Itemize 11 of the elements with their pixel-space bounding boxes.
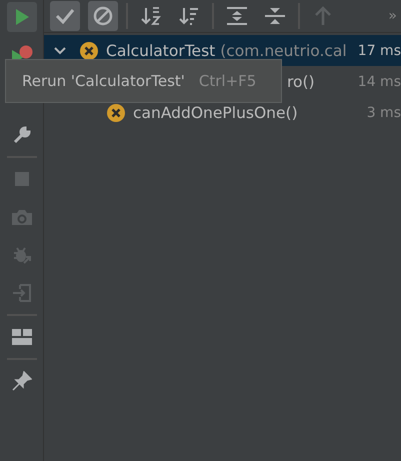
package-name: (com.neutrio.cal bbox=[220, 42, 348, 60]
test-name: CalculatorTest bbox=[106, 42, 216, 60]
test-name: canAddOnePlusOne() bbox=[133, 104, 299, 122]
duration: 14 ms bbox=[356, 74, 401, 90]
tree-row[interactable]: canAddOnePlusOne() 3 ms bbox=[44, 97, 401, 128]
tooltip-text: Rerun 'CalculatorTest' bbox=[22, 72, 185, 90]
more-button[interactable]: » bbox=[388, 8, 401, 24]
shortcut-text: Ctrl+F5 bbox=[198, 72, 256, 90]
duration: 17 ms bbox=[356, 42, 401, 58]
test-name: ro() bbox=[287, 72, 316, 90]
duration: 3 ms bbox=[366, 104, 401, 120]
